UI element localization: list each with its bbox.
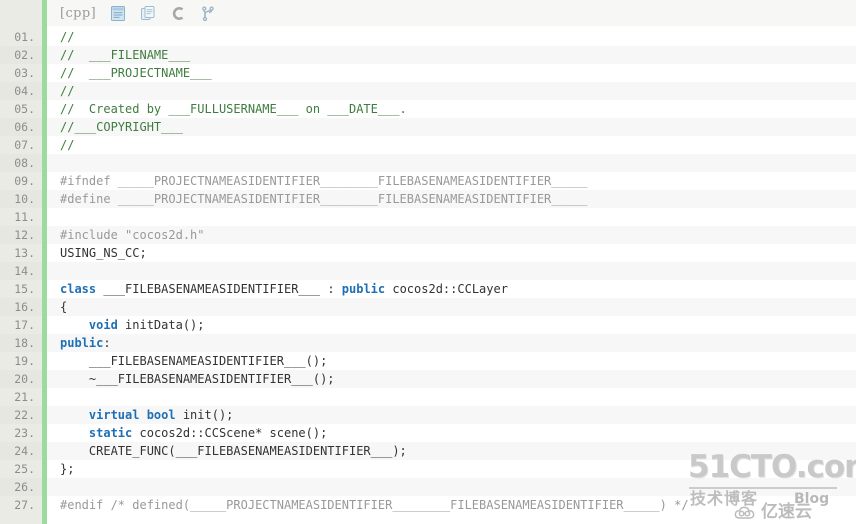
code-token-txt: : [103,336,111,350]
view-source-icon[interactable] [110,5,126,21]
line-number: 13. [14,246,35,260]
line-number: 03. [14,66,35,80]
line-number: 07. [14,138,35,152]
code-token-com: // ___FILENAME___ [60,48,191,62]
code-line[interactable]: // Created by ___FULLUSERNAME___ on ___D… [47,100,856,118]
line-number: 15. [14,282,35,296]
line-number: 09. [14,174,35,188]
code-token-kw: public [60,336,104,350]
code-token-pre: #endif /* defined(_____PROJECTNAMEASIDEN… [60,498,689,512]
code-token-com: // [60,30,75,44]
line-number: 14. [0,262,42,280]
c-reset-icon[interactable] [170,5,186,21]
code-token-txt: USING_NS_CC; [60,246,147,260]
line-number: 06. [0,118,42,136]
code-line[interactable]: CREATE_FUNC(___FILEBASENAMEASIDENTIFIER_… [47,442,856,460]
code-token-kw: void [88,318,118,332]
code-line[interactable]: // [47,28,856,46]
line-number: 19. [14,354,35,368]
line-number: 05. [14,102,35,116]
code-line[interactable] [47,478,856,496]
toolbar-content: [cpp] [47,0,856,26]
code-line[interactable]: //___COPYRIGHT___ [47,118,856,136]
line-number: 08. [0,154,42,172]
code-token-pre: #define _____PROJECTNAMEASIDENTIFIER____… [60,192,588,206]
code-line[interactable]: static cocos2d::CCScene* scene(); [47,424,856,442]
line-number: 20. [0,370,42,388]
code-token-txt: ~___FILEBASENAMEASIDENTIFIER___(); [60,372,335,386]
code-token-com: // [60,84,75,98]
code-line[interactable] [47,262,856,280]
code-line[interactable]: // [47,82,856,100]
code-area: 01. 02. 03. 04. 05. 06. 07. 08. 09. 10. 11. 12. 13. 1… [0,26,856,524]
code-token-txt: }; [60,462,75,476]
code-line[interactable]: public: [47,334,856,352]
code-line[interactable]: { [47,298,856,316]
code-token-com: // [60,138,75,152]
line-number: 16. [0,298,42,316]
code-token-txt: { [60,300,68,314]
line-number-gutter: 01. 02. 03. 04. 05. 06. 07. 08. 09. 10. 11. 12. 13. 1… [0,26,42,524]
code-toolbar: [cpp] [0,0,856,26]
code-line[interactable]: #include "cocos2d.h" [47,226,856,244]
line-number: 22. [0,406,42,424]
code-token-txt: cocos2d::CCLayer [385,282,508,296]
code-line[interactable]: class ___FILEBASENAMEASIDENTIFIER___ : p… [47,280,856,298]
code-token-txt: cocos2d::CCScene* scene(); [132,426,328,440]
code-line[interactable]: #endif /* defined(_____PROJECTNAMEASIDEN… [47,496,856,514]
code-token-txt: initData(); [117,318,205,332]
code-line[interactable]: void initData(); [47,316,856,334]
code-line[interactable] [47,208,856,226]
toolbar-gutter-spacer [0,0,42,26]
code-token-kw: class [60,282,97,296]
code-token-txt: CREATE_FUNC(___FILEBASENAMEASIDENTIFIER_… [60,444,407,458]
code-token-txt: init(); [175,408,234,422]
code-line[interactable]: ~___FILEBASENAMEASIDENTIFIER___(); [47,370,856,388]
line-number: 02. [0,46,42,64]
code-token-kw: virtual bool [88,408,176,422]
code-line[interactable]: }; [47,460,856,478]
copy-icon[interactable] [140,5,156,21]
line-number: 04. [0,82,42,100]
code-token-pre: #ifndef _____PROJECTNAMEASIDENTIFIER____… [60,174,588,188]
code-line[interactable]: USING_NS_CC; [47,244,856,262]
line-number: 27. [14,498,35,512]
line-number: 10. [0,190,42,208]
code-viewer: [cpp] 01. 02. 03. 04. 05. 06. 07. 08. 09… [0,0,856,524]
code-lines-container[interactable]: // // ___FILENAME___ // ___PROJECTNAME___ /… [47,26,856,524]
code-token-kw: public [341,282,386,296]
code-line[interactable]: // ___FILENAME___ [47,46,856,64]
code-token-txt: ___FILEBASENAMEASIDENTIFIER___(); [60,354,328,368]
line-number: 01. [14,30,35,44]
line-number: 25. [14,462,35,476]
code-token-com: // ___PROJECTNAME___ [60,66,212,80]
line-number: 17. [14,318,35,332]
line-number: 26. [0,478,42,496]
language-tag: [cpp] [60,5,97,21]
code-token-txt: ___FILEBASENAMEASIDENTIFIER___ : [96,282,342,296]
code-token-com: //___COPYRIGHT___ [60,120,183,134]
code-token-kw: static [88,426,133,440]
code-line[interactable]: virtual bool init(); [47,406,856,424]
code-line[interactable] [47,388,856,406]
code-token-com: // Created by ___FULLUSERNAME___ on ___D… [60,102,407,116]
code-line[interactable]: // ___PROJECTNAME___ [47,64,856,82]
fork-branch-icon[interactable] [200,5,216,21]
line-number: 21. [14,390,35,404]
line-number: 11. [14,210,35,224]
line-number: 12. [0,226,42,244]
code-line[interactable]: ___FILEBASENAMEASIDENTIFIER___(); [47,352,856,370]
line-number: 18. [0,334,42,352]
line-number: 24. [0,442,42,460]
line-number: 23. [14,426,35,440]
code-token-pre: #include "cocos2d.h" [60,228,205,242]
code-line[interactable]: // [47,136,856,154]
code-line[interactable]: #define _____PROJECTNAMEASIDENTIFIER____… [47,190,856,208]
code-line[interactable] [47,154,856,172]
code-line[interactable]: #ifndef _____PROJECTNAMEASIDENTIFIER____… [47,172,856,190]
